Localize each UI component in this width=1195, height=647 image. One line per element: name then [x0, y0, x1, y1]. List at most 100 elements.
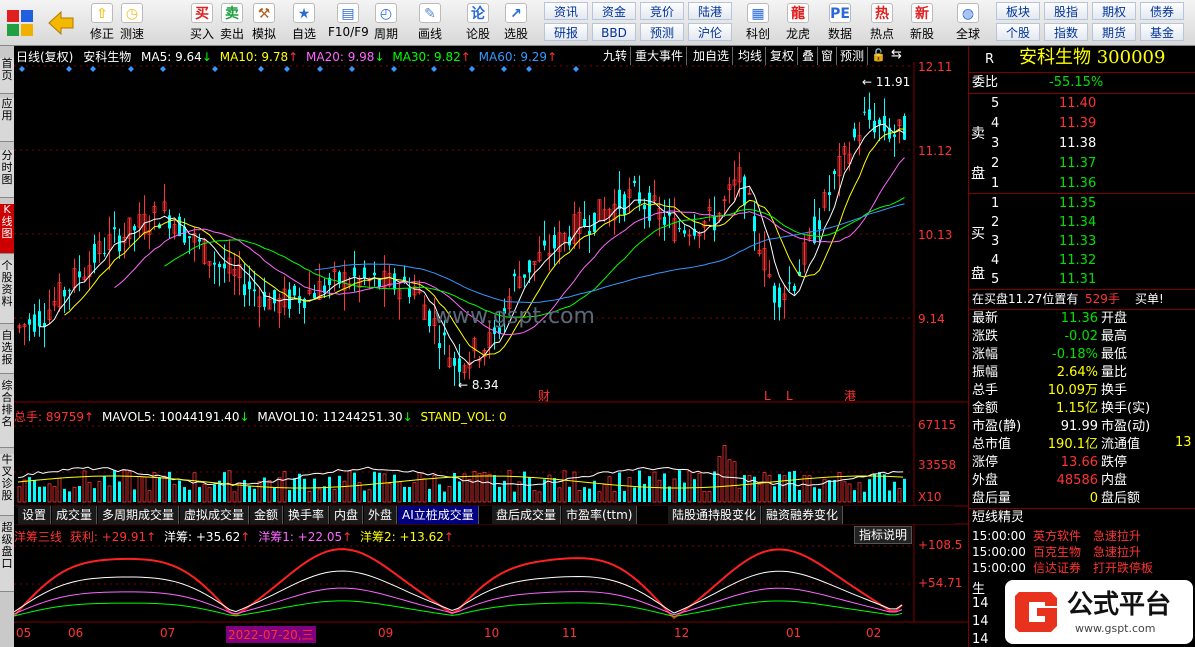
- side-tab-8[interactable]: 超级盘口: [0, 522, 14, 592]
- stat-label: 总市值: [972, 437, 1012, 452]
- stat-label: 市盈(静): [972, 419, 1022, 434]
- buy-level-row[interactable]: 2 11.34: [969, 213, 1195, 233]
- toolbar-small-bottom-3[interactable]: 沪伦: [688, 23, 732, 41]
- indicator-tab-10[interactable]: 市盈率(ttm): [562, 506, 638, 524]
- side-tab-0[interactable]: 首页: [0, 58, 14, 94]
- toolbar-right-top-0[interactable]: 板块: [996, 2, 1040, 20]
- toolbar-small-bottom-2[interactable]: 预测: [640, 23, 684, 41]
- toolbar-small-bottom-1[interactable]: BBD: [592, 23, 636, 41]
- volume-bar: [408, 487, 411, 502]
- volume-bar: [38, 486, 41, 502]
- back-button[interactable]: [46, 2, 82, 44]
- indicator-tab-0[interactable]: 设置: [18, 506, 52, 524]
- toolbar-button-4[interactable]: ⚒ 模拟: [248, 2, 280, 44]
- toolbar-small-top-2[interactable]: 竞价: [640, 2, 684, 20]
- candle-body: [443, 332, 446, 336]
- toolbar-small-bottom-0[interactable]: 研报: [544, 23, 588, 41]
- indicator-name: 洋筹三线: [14, 530, 63, 544]
- volume-bar: [652, 471, 657, 503]
- toolbar-button-7[interactable]: ◴ 周期: [370, 2, 402, 44]
- toolbar-mid-button-5[interactable]: ◍ 全球: [952, 2, 984, 44]
- volume-bar: [142, 476, 147, 503]
- indicator-tab-9[interactable]: 盘后成交量: [492, 506, 562, 524]
- indicator-tab-5[interactable]: 换手率: [284, 506, 330, 524]
- side-tab-3[interactable]: K线图: [0, 204, 14, 254]
- volume-bar: [207, 487, 212, 503]
- toolbar-button-10[interactable]: ↗ 选股: [500, 2, 532, 44]
- time-axis-label: 02: [866, 626, 882, 640]
- toolbar-button-0[interactable]: ⇧ 修正: [86, 2, 118, 44]
- side-tab-1[interactable]: 应用: [0, 98, 14, 142]
- short-item-row[interactable]: 15:00:00 信达证券 打开跌停板: [969, 560, 1195, 576]
- speed-icon: ◷: [121, 3, 143, 23]
- event-diamond-marker: [66, 66, 72, 72]
- short-item-name: 英方软件: [1033, 529, 1082, 543]
- high-mark: ← 11.91: [862, 75, 910, 89]
- sell-level-row[interactable]: 2 11.37: [969, 154, 1195, 174]
- toolbar-right-bottom-0[interactable]: 个股: [996, 23, 1040, 41]
- toolbar-button-8[interactable]: ✎ 画线: [414, 2, 446, 44]
- toolbar-mid-button-2[interactable]: PE 数据: [824, 2, 856, 44]
- event-diamond-marker: [526, 66, 532, 72]
- indicator-tab-6[interactable]: 内盘: [330, 506, 364, 524]
- sell-level-row[interactable]: 3 11.38: [969, 134, 1195, 154]
- volume-bar: [588, 488, 591, 502]
- toolbar-right-top-1[interactable]: 股指: [1044, 2, 1088, 20]
- toolbar-button-5[interactable]: ★ 自选: [288, 2, 320, 44]
- side-tab-5[interactable]: 自选报: [0, 330, 14, 374]
- indicator-tab-3[interactable]: 虚拟成交量: [180, 506, 250, 524]
- toolbar-right-bottom-1[interactable]: 指数: [1044, 23, 1088, 41]
- toolbar-mid-label: 科创: [745, 27, 770, 41]
- indicator-tab-8[interactable]: AI立桩成交量: [398, 506, 479, 524]
- buy-icon: 买: [191, 3, 213, 23]
- toolbar-button-6[interactable]: ▤ F10/F9: [328, 2, 369, 44]
- volume-bar: [107, 485, 112, 503]
- volume-bar: [342, 480, 347, 503]
- side-tab-2[interactable]: 分时图: [0, 150, 14, 198]
- sell-level-row[interactable]: 1 11.36: [969, 174, 1195, 194]
- buy-level-row[interactable]: 4 11.32: [969, 251, 1195, 271]
- buy-level-number: 3: [991, 234, 1000, 249]
- indicator-explain-button[interactable]: 指标说明: [854, 526, 912, 544]
- volume-bar: [593, 480, 596, 502]
- toolbar-button-1[interactable]: ◷ 测速: [116, 2, 148, 44]
- toolbar-right-bottom-3[interactable]: 基金: [1140, 23, 1184, 41]
- buy-level-row[interactable]: 5 11.31: [969, 270, 1195, 290]
- indicator-tab-7[interactable]: 外盘: [364, 506, 398, 524]
- indicator-tab-11[interactable]: 陆股通持股变化: [668, 506, 762, 524]
- toolbar-right-bottom-2[interactable]: 期货: [1092, 23, 1136, 41]
- stat-row: 市盈(静) 91.99 市盈(动): [969, 418, 1195, 436]
- toolbar-right-top-2[interactable]: 期权: [1092, 2, 1136, 20]
- indicator-tab-12[interactable]: 融资融券变化: [762, 506, 844, 524]
- kline-chart-area[interactable]: 日线(复权) 安科生物 MA5: 9.64↓ MA10: 9.78↑ MA20:…: [14, 46, 968, 647]
- toolbar-mid-button-1[interactable]: 龍龙虎: [782, 2, 814, 44]
- toolbar-mid-button-4[interactable]: 新新股: [906, 2, 938, 44]
- toolbar-small-top-0[interactable]: 资讯: [544, 2, 588, 20]
- toolbar-mid-button-0[interactable]: ▦ 科创: [742, 2, 774, 44]
- buy-level-row[interactable]: 3 11.33: [969, 232, 1195, 252]
- menu-button[interactable]: [4, 2, 40, 44]
- short-item-row[interactable]: 15:00:00 英方软件 急速拉升: [969, 528, 1195, 544]
- volume-bar: [353, 472, 356, 502]
- short-item-row[interactable]: 15:00:00 百克生物 急速拉升: [969, 544, 1195, 560]
- side-tab-7[interactable]: 牛叉诊股: [0, 454, 14, 516]
- indicator-tab-2[interactable]: 多周期成交量: [98, 506, 180, 524]
- short-title[interactable]: 短线精灵: [972, 509, 1024, 527]
- toolbar-small-top-3[interactable]: 陆港: [688, 2, 732, 20]
- side-tab-6[interactable]: 综合排名: [0, 380, 14, 448]
- toolbar-small-top-1[interactable]: 资金: [592, 2, 636, 20]
- stat-label2: 盘后额: [1101, 491, 1141, 506]
- toolbar-mid-button-3[interactable]: 热热点: [866, 2, 898, 44]
- volume-axis-label: 33558: [918, 458, 957, 472]
- buy-level-row[interactable]: 1 11.35: [969, 194, 1195, 214]
- toolbar-right-top-3[interactable]: 债券: [1140, 2, 1184, 20]
- toolbar-button-2[interactable]: 买买入: [186, 2, 218, 44]
- toolbar-button-9[interactable]: 论论股: [462, 2, 494, 44]
- side-tab-4[interactable]: 个股资料: [0, 260, 14, 324]
- sell-level-row[interactable]: 5 11.40: [969, 94, 1195, 114]
- volume-bar: [702, 490, 707, 503]
- toolbar-button-3[interactable]: 卖卖出: [216, 2, 248, 44]
- sell-level-row[interactable]: 4 11.39: [969, 114, 1195, 134]
- indicator-tab-1[interactable]: 成交量: [52, 506, 98, 524]
- indicator-tab-4[interactable]: 金额: [250, 506, 284, 524]
